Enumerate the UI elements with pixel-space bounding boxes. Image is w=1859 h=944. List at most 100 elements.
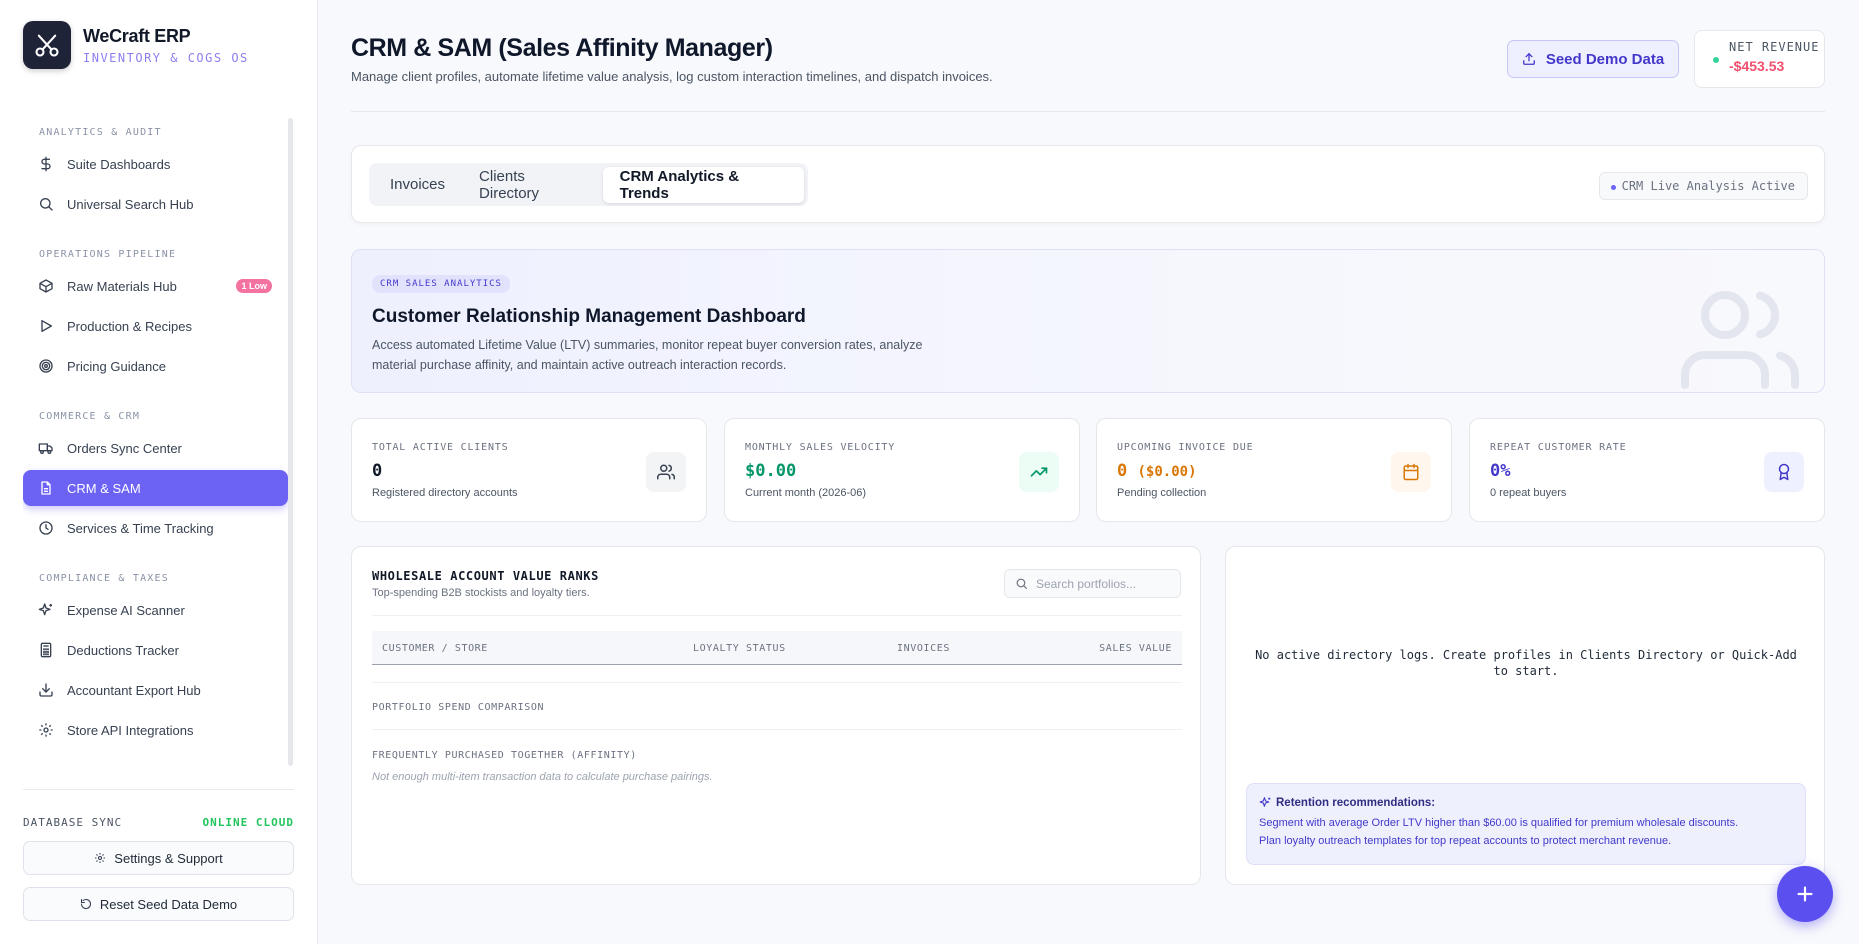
logs-empty-message: No active directory logs. Create profile… (1255, 648, 1797, 678)
stat-value: 0 (1117, 461, 1128, 481)
net-revenue-value: -$453.53 (1729, 58, 1785, 74)
brand[interactable]: WeCraft ERP INVENTORY & COGS OS (23, 21, 249, 69)
nav-section-analytics: ANALYTICS & AUDIT (39, 126, 162, 138)
stat-value: 0% (1490, 461, 1511, 481)
box-icon (39, 279, 53, 293)
nav-section-operations: OPERATIONS PIPELINE (39, 248, 177, 260)
column-header-sales-value[interactable]: SALES VALUE (1099, 643, 1172, 654)
sidebar-item-deductions[interactable]: Deductions Tracker (23, 632, 288, 668)
tab-crm-analytics[interactable]: CRM Analytics & Trends (602, 166, 804, 203)
sidebar: WeCraft ERP INVENTORY & COGS OS ANALYTIC… (0, 0, 318, 944)
divider (372, 682, 1182, 683)
affinity-label: FREQUENTLY PURCHASED TOGETHER (AFFINITY) (372, 750, 637, 761)
sidebar-item-store-api[interactable]: Store API Integrations (23, 712, 288, 748)
sidebar-item-label: Production & Recipes (67, 318, 193, 334)
brand-subtitle: INVENTORY & COGS OS (83, 50, 249, 65)
seed-demo-data-button[interactable]: Seed Demo Data (1507, 40, 1679, 78)
sidebar-item-raw-materials[interactable]: Raw Materials Hub 1 Low (23, 268, 288, 304)
search-icon (1016, 578, 1027, 589)
stat-value: $0.00 (745, 461, 797, 481)
stat-subtext: Pending collection (1117, 487, 1207, 499)
settings-support-label: Settings & Support (114, 850, 223, 866)
sidebar-item-label: Services & Time Tracking (67, 520, 214, 536)
tab-list: Invoices Clients Directory CRM Analytics… (369, 163, 808, 206)
stat-label: UPCOMING INVOICE DUE (1117, 442, 1254, 453)
settings-support-button[interactable]: Settings & Support (23, 841, 294, 875)
stat-subtext: Current month (2026-06) (745, 487, 867, 499)
hero-title: Customer Relationship Management Dashboa… (372, 306, 806, 327)
table-header: CUSTOMER / STORE LOYALTY STATUS INVOICES… (372, 631, 1182, 665)
truck-icon (38, 443, 53, 454)
gear-icon (39, 723, 53, 737)
reset-seed-label: Reset Seed Data Demo (99, 896, 238, 912)
sidebar-item-label: Suite Dashboards (67, 156, 171, 172)
stat-card-total-clients: TOTAL ACTIVE CLIENTS 0 Registered direct… (351, 418, 707, 522)
column-header-customer[interactable]: CUSTOMER / STORE (382, 643, 488, 654)
sidebar-item-label: Universal Search Hub (67, 196, 194, 212)
calculator-icon (40, 642, 52, 658)
tab-clients-directory[interactable]: Clients Directory (462, 167, 603, 203)
net-revenue-card: NET REVENUE -$453.53 (1694, 30, 1825, 88)
sidebar-item-production[interactable]: Production & Recipes (23, 308, 288, 344)
page-description: Manage client profiles, automate lifetim… (351, 69, 993, 84)
header-divider (351, 111, 1825, 112)
sidebar-item-expense-scanner[interactable]: Expense AI Scanner (23, 592, 288, 628)
users-icon (646, 452, 686, 492)
stat-card-invoice-due: UPCOMING INVOICE DUE 0 ($0.00) Pending c… (1096, 418, 1452, 522)
sidebar-item-accountant-export[interactable]: Accountant Export Hub (23, 672, 288, 708)
retention-recommendations: Retention recommendations: Segment with … (1246, 783, 1806, 865)
tab-invoices[interactable]: Invoices (373, 167, 462, 203)
refresh-icon (80, 898, 91, 910)
scissors-logo-icon (23, 21, 71, 69)
net-revenue-label: NET REVENUE (1729, 40, 1820, 54)
quick-add-button[interactable] (1777, 866, 1833, 922)
divider (372, 615, 1182, 616)
stat-subtext: 0 repeat buyers (1490, 487, 1567, 499)
file-icon (41, 481, 51, 495)
hero-description: Access automated Lifetime Value (LTV) su… (372, 338, 923, 372)
plus-icon (1797, 886, 1813, 902)
clock-icon (39, 521, 53, 535)
sidebar-item-label: Deductions Tracker (67, 642, 179, 658)
play-icon (41, 320, 52, 332)
sidebar-footer: DATABASE SYNC ONLINE CLOUD Settings & Su… (23, 789, 294, 921)
sidebar-item-orders-sync[interactable]: Orders Sync Center (23, 430, 288, 466)
ranks-title: WHOLESALE ACCOUNT VALUE RANKS (372, 569, 599, 583)
sidebar-item-suite-dashboards[interactable]: Suite Dashboards (23, 146, 288, 182)
search-portfolios[interactable] (1004, 569, 1181, 598)
wholesale-ranks-panel: WHOLESALE ACCOUNT VALUE RANKS Top-spendi… (351, 546, 1201, 885)
sidebar-scrollbar[interactable] (288, 118, 293, 766)
sidebar-item-services-time[interactable]: Services & Time Tracking (23, 510, 288, 546)
sidebar-item-label: Store API Integrations (67, 722, 194, 738)
sparkle-icon (38, 603, 52, 616)
stat-subtext: Registered directory accounts (372, 487, 518, 499)
sidebar-item-universal-search[interactable]: Universal Search Hub (23, 186, 288, 222)
affinity-empty-note: Not enough multi-item transaction data t… (372, 771, 713, 783)
sidebar-item-label: Pricing Guidance (67, 358, 166, 374)
target-icon (39, 359, 53, 373)
stat-card-sales-velocity: MONTHLY SALES VELOCITY $0.00 Current mon… (724, 418, 1080, 522)
retention-line-2: Plan loyalty outreach templates for top … (1259, 835, 1672, 847)
hero-banner: CRM SALES ANALYTICS Customer Relationshi… (351, 249, 1825, 393)
sidebar-item-label: Orders Sync Center (67, 440, 182, 456)
stat-label: MONTHLY SALES VELOCITY (745, 442, 896, 453)
column-header-invoices[interactable]: INVOICES (897, 643, 950, 654)
db-sync-label: DATABASE SYNC (23, 816, 123, 829)
gear-icon (95, 853, 106, 863)
retention-line-1: Segment with average Order LTV higher th… (1259, 817, 1739, 829)
reset-seed-button[interactable]: Reset Seed Data Demo (23, 887, 294, 921)
stat-value: 0 (372, 461, 383, 481)
status-dot (1713, 57, 1719, 63)
calendar-icon (1391, 452, 1431, 492)
sidebar-nav: ANALYTICS & AUDIT Suite Dashboards Unive… (23, 118, 288, 766)
search-icon (40, 198, 53, 211)
sidebar-item-crm-sam[interactable]: CRM & SAM (23, 470, 288, 506)
brand-name: WeCraft ERP (83, 25, 191, 46)
column-header-loyalty[interactable]: LOYALTY STATUS (693, 643, 786, 654)
trending-up-icon (1019, 452, 1059, 492)
divider (372, 729, 1182, 730)
sidebar-item-label: Raw Materials Hub (67, 278, 177, 294)
nav-section-compliance: COMPLIANCE & TAXES (39, 572, 169, 584)
sidebar-item-pricing[interactable]: Pricing Guidance (23, 348, 288, 384)
search-input[interactable] (1036, 576, 1176, 591)
